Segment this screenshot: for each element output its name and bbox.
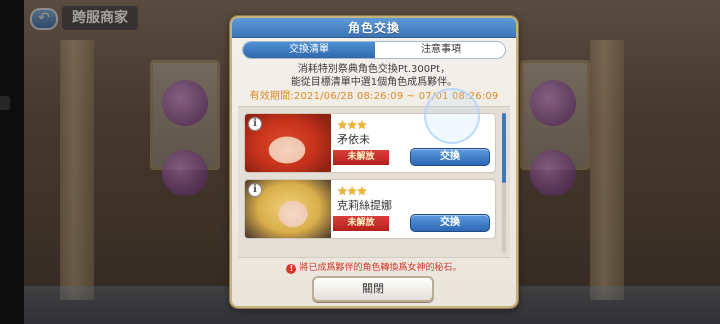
- tab-exchange-list[interactable]: 交換清單: [243, 42, 375, 58]
- list-scrollbar[interactable]: [502, 113, 506, 253]
- description-line-2: 能從目標清單中選1個角色成爲夥伴。: [290, 77, 458, 88]
- warning-icon: !: [286, 264, 297, 274]
- close-button[interactable]: 關閉: [312, 276, 434, 302]
- status-badge: 未解放: [333, 150, 389, 165]
- star-rating: ★★★: [337, 184, 367, 198]
- info-icon[interactable]: i: [248, 117, 262, 131]
- dialog-title: 角色交換: [347, 21, 400, 35]
- tab-notes[interactable]: 注意事項: [375, 42, 505, 58]
- exchange-button[interactable]: 交換: [410, 214, 490, 232]
- system-side-bar: [0, 0, 24, 324]
- exchange-button[interactable]: 交換: [410, 148, 490, 166]
- info-icon[interactable]: i: [248, 183, 262, 197]
- character-name: 克莉絲提娜: [337, 199, 392, 212]
- touch-indicator: [424, 88, 480, 144]
- camera-notch: [0, 96, 10, 110]
- star-rating: ★★★: [337, 118, 367, 132]
- character-card: i ★★★ 克莉絲提娜 未解放 交換: [244, 179, 496, 239]
- character-exchange-dialog: 角色交換 交換清單 注意事項 消耗特別祭典角色交換Pt.300Pt， 能從目標清…: [230, 16, 518, 308]
- tab-bar: 交換清單 注意事項: [242, 41, 506, 59]
- warning-text: 將已成爲夥伴的角色轉換爲女神的秘石。: [299, 263, 462, 273]
- scrollbar-thumb[interactable]: [502, 113, 506, 183]
- character-name: 矛依未: [337, 133, 370, 146]
- warning-message: ! 將已成爲夥伴的角色轉換爲女神的秘石。: [232, 262, 516, 274]
- description-line-1: 消耗特別祭典角色交換Pt.300Pt，: [297, 64, 451, 75]
- status-badge: 未解放: [333, 216, 389, 231]
